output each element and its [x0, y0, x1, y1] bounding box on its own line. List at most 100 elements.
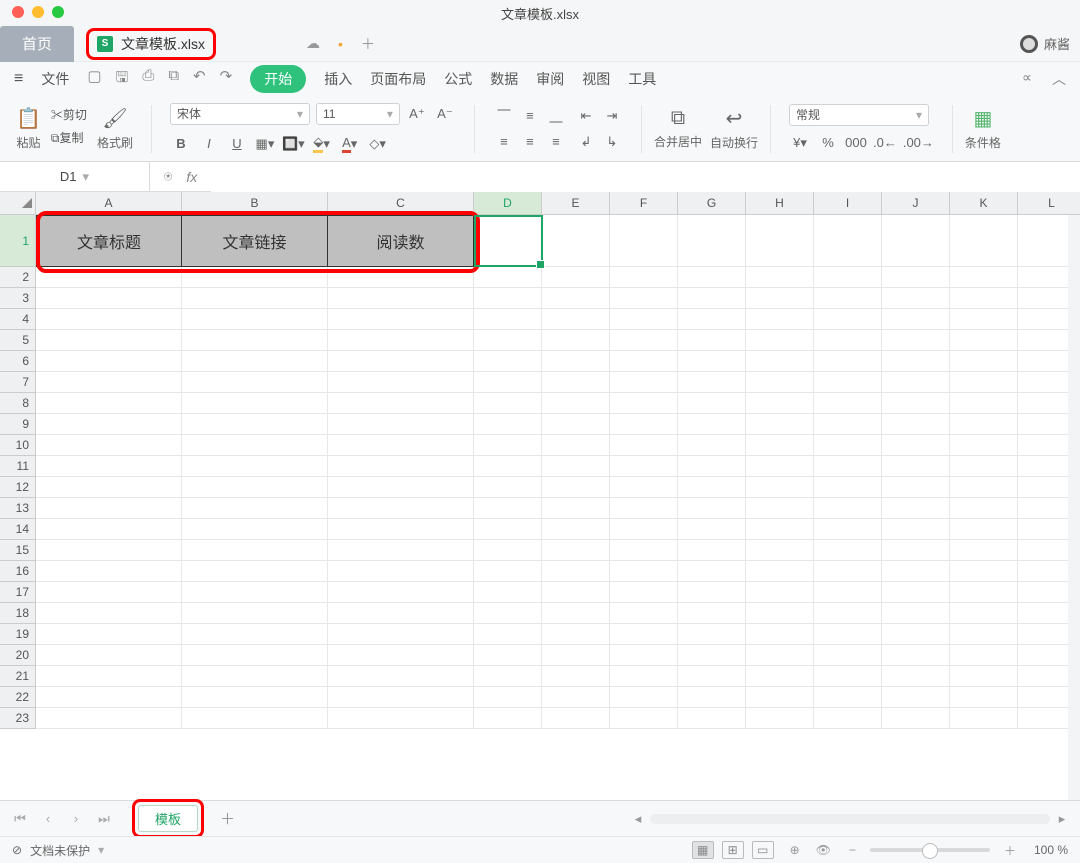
- cell[interactable]: [182, 624, 328, 645]
- cell[interactable]: [678, 456, 746, 477]
- cell[interactable]: [950, 603, 1018, 624]
- bold-button[interactable]: B: [170, 133, 192, 155]
- cell[interactable]: [474, 666, 542, 687]
- ribbon-tab-formula[interactable]: 公式: [444, 69, 472, 89]
- cell[interactable]: [182, 687, 328, 708]
- cell[interactable]: [950, 519, 1018, 540]
- cell[interactable]: [746, 708, 814, 729]
- row-header[interactable]: 23: [0, 708, 36, 729]
- cell[interactable]: [882, 708, 950, 729]
- cell[interactable]: [882, 456, 950, 477]
- home-tab[interactable]: 首页: [0, 26, 74, 62]
- cell[interactable]: [474, 414, 542, 435]
- cell[interactable]: [610, 540, 678, 561]
- cell[interactable]: [328, 498, 474, 519]
- align-middle-icon[interactable]: ≡: [519, 105, 541, 127]
- zoom-in-icon[interactable]: ＋: [1004, 842, 1016, 859]
- zoom-level[interactable]: 100 %: [1034, 843, 1068, 857]
- row-header[interactable]: 20: [0, 645, 36, 666]
- number-format-combo[interactable]: 常规▾: [789, 104, 929, 126]
- cell[interactable]: [542, 624, 610, 645]
- cell[interactable]: [950, 645, 1018, 666]
- cell[interactable]: [950, 393, 1018, 414]
- cell[interactable]: [950, 582, 1018, 603]
- share-icon[interactable]: ∝: [1022, 69, 1032, 89]
- cell[interactable]: [814, 393, 882, 414]
- cell[interactable]: [182, 456, 328, 477]
- cell[interactable]: [474, 708, 542, 729]
- decrease-indent-icon[interactable]: ⇤: [575, 105, 597, 127]
- cell[interactable]: [36, 309, 182, 330]
- paste-button[interactable]: 📋 粘贴: [16, 106, 41, 151]
- cell[interactable]: [678, 309, 746, 330]
- cell[interactable]: [542, 267, 610, 288]
- cell[interactable]: [610, 603, 678, 624]
- cell-area[interactable]: 文章标题文章链接阅读数: [36, 215, 1068, 800]
- cell[interactable]: [882, 561, 950, 582]
- cell[interactable]: [746, 435, 814, 456]
- cell[interactable]: [610, 582, 678, 603]
- cell[interactable]: [610, 372, 678, 393]
- cell[interactable]: [882, 582, 950, 603]
- column-header[interactable]: J: [882, 192, 950, 215]
- row-header[interactable]: 4: [0, 309, 36, 330]
- cell[interactable]: [36, 498, 182, 519]
- row-header[interactable]: 7: [0, 372, 36, 393]
- cell[interactable]: [950, 477, 1018, 498]
- formula-input[interactable]: [211, 162, 1080, 192]
- cell[interactable]: [746, 687, 814, 708]
- row-header[interactable]: 8: [0, 393, 36, 414]
- cell[interactable]: [474, 561, 542, 582]
- cell[interactable]: [610, 456, 678, 477]
- cell[interactable]: [814, 519, 882, 540]
- clear-format-button[interactable]: ◇▾: [367, 133, 389, 155]
- cell[interactable]: [542, 372, 610, 393]
- row-header[interactable]: 6: [0, 351, 36, 372]
- scroll-left-icon[interactable]: ◂: [630, 811, 646, 827]
- copy-button[interactable]: ⧉复制: [51, 129, 87, 146]
- wrap-text-button[interactable]: ↩ 自动换行: [710, 106, 758, 151]
- ribbon-tab-review[interactable]: 审阅: [536, 69, 564, 89]
- row-header[interactable]: 3: [0, 288, 36, 309]
- cell[interactable]: [328, 519, 474, 540]
- cell[interactable]: [36, 393, 182, 414]
- save-icon[interactable]: 🖫: [116, 67, 129, 92]
- cell[interactable]: [474, 498, 542, 519]
- cell[interactable]: [542, 309, 610, 330]
- name-box[interactable]: D1 ▾: [0, 162, 150, 192]
- cell[interactable]: [950, 456, 1018, 477]
- italic-button[interactable]: I: [198, 133, 220, 155]
- decrease-decimal-icon[interactable]: .0←: [873, 132, 897, 154]
- cell[interactable]: [678, 666, 746, 687]
- cell[interactable]: [610, 708, 678, 729]
- cell[interactable]: [678, 540, 746, 561]
- collapse-ribbon-icon[interactable]: ︿: [1052, 69, 1066, 89]
- cell[interactable]: [542, 687, 610, 708]
- cell[interactable]: [950, 330, 1018, 351]
- cell[interactable]: [746, 624, 814, 645]
- percent-icon[interactable]: %: [817, 132, 839, 154]
- cell[interactable]: [182, 561, 328, 582]
- row-header[interactable]: 13: [0, 498, 36, 519]
- cloud-icon[interactable]: ☁: [306, 35, 320, 52]
- ribbon-tab-pagelayout[interactable]: 页面布局: [370, 69, 426, 89]
- cell[interactable]: [950, 435, 1018, 456]
- cell[interactable]: [746, 414, 814, 435]
- cell[interactable]: [542, 414, 610, 435]
- align-right-icon[interactable]: ≡: [545, 131, 567, 153]
- cell[interactable]: [474, 330, 542, 351]
- read-mode-icon[interactable]: ⊕: [790, 843, 800, 857]
- cell[interactable]: [882, 498, 950, 519]
- cut-button[interactable]: ✂剪切: [51, 106, 87, 123]
- cell[interactable]: [950, 624, 1018, 645]
- cell[interactable]: [610, 309, 678, 330]
- cell[interactable]: [474, 540, 542, 561]
- cell[interactable]: [542, 215, 610, 267]
- cell[interactable]: [882, 603, 950, 624]
- thousands-icon[interactable]: 000: [845, 132, 867, 154]
- cell[interactable]: [814, 666, 882, 687]
- cell[interactable]: [36, 708, 182, 729]
- cell[interactable]: [542, 393, 610, 414]
- cell[interactable]: [182, 477, 328, 498]
- cell[interactable]: [328, 708, 474, 729]
